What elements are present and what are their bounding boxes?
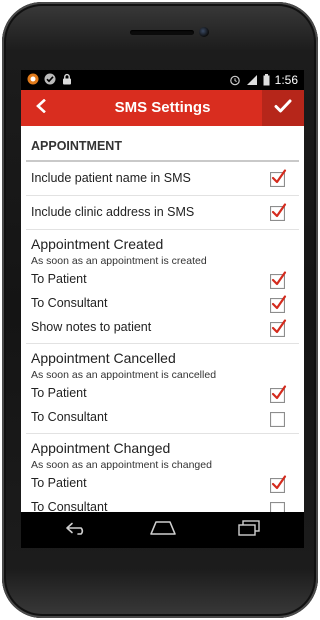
created-to-consultant-label: To Consultant (31, 296, 108, 310)
appointment-changed-group: Appointment Changed As soon as an appoin… (26, 434, 299, 512)
status-time: 1:56 (274, 73, 298, 87)
changed-to-consultant-row[interactable]: To Consultant (26, 496, 299, 512)
changed-to-consultant-checkbox[interactable] (270, 502, 285, 512)
show-notes-row[interactable]: Show notes to patient (26, 316, 299, 340)
action-bar: SMS Settings (21, 90, 304, 126)
created-to-consultant-checkbox[interactable] (270, 295, 287, 313)
created-to-patient-checkbox[interactable] (270, 271, 287, 289)
nav-back-button[interactable] (46, 512, 106, 548)
battery-icon (263, 74, 270, 86)
checkmark-icon (271, 475, 287, 490)
phone-frame: 1:56 SMS Settings APPOINTMENT Include pa… (2, 2, 318, 618)
home-nav-icon (149, 520, 177, 541)
include-clinic-address-row[interactable]: Include clinic address in SMS (26, 196, 299, 230)
appointment-cancelled-title: Appointment Cancelled (31, 350, 176, 366)
signal-icon (246, 74, 258, 86)
notification-circle-icon (27, 73, 39, 85)
cancelled-to-consultant-row[interactable]: To Consultant (26, 406, 299, 430)
changed-to-patient-label: To Patient (31, 476, 87, 490)
lock-icon (61, 73, 73, 85)
front-camera (199, 27, 209, 37)
screen: 1:56 SMS Settings APPOINTMENT Include pa… (21, 70, 304, 548)
checkmark-icon (271, 203, 287, 218)
appointment-created-group: Appointment Created As soon as an appoin… (26, 230, 299, 344)
alarm-icon (229, 74, 241, 86)
created-to-consultant-row[interactable]: To Consultant (26, 292, 299, 316)
created-to-patient-label: To Patient (31, 272, 87, 286)
appointment-created-title: Appointment Created (31, 236, 164, 252)
include-clinic-address-checkbox[interactable] (270, 203, 287, 221)
checkmark-badge-icon (44, 73, 56, 85)
appointment-created-subtitle: As soon as an appointment is created (31, 255, 207, 267)
appointment-changed-subtitle: As soon as an appointment is changed (31, 459, 212, 471)
cancelled-to-patient-row[interactable]: To Patient (26, 382, 299, 406)
cancelled-to-patient-checkbox[interactable] (270, 385, 287, 403)
checkmark-icon (271, 169, 287, 184)
cancelled-to-patient-label: To Patient (31, 386, 87, 400)
earpiece (130, 30, 194, 35)
show-notes-label: Show notes to patient (31, 320, 152, 334)
nav-recent-apps-button[interactable] (219, 512, 279, 548)
status-bar: 1:56 (21, 70, 304, 90)
changed-to-consultant-label: To Consultant (31, 500, 108, 512)
checkmark-icon (271, 319, 287, 334)
checkmark-icon (271, 295, 287, 310)
nav-home-button[interactable] (133, 512, 193, 548)
back-nav-icon (63, 521, 89, 540)
appointment-cancelled-group: Appointment Cancelled As soon as an appo… (26, 344, 299, 434)
include-clinic-address-label: Include clinic address in SMS (31, 205, 195, 219)
section-header-appointment: APPOINTMENT (26, 126, 299, 162)
include-patient-name-label: Include patient name in SMS (31, 171, 191, 185)
checkmark-icon (271, 385, 287, 400)
show-notes-checkbox[interactable] (270, 319, 287, 337)
created-to-patient-row[interactable]: To Patient (26, 268, 299, 292)
cancelled-to-consultant-checkbox[interactable] (270, 412, 285, 427)
appointment-changed-title: Appointment Changed (31, 440, 171, 456)
changed-to-patient-checkbox[interactable] (270, 475, 287, 493)
checkmark-icon (274, 99, 292, 118)
cancelled-to-consultant-label: To Consultant (31, 410, 108, 424)
include-patient-name-checkbox[interactable] (270, 169, 287, 187)
recent-apps-icon (237, 519, 261, 541)
changed-to-patient-row[interactable]: To Patient (26, 472, 299, 496)
appointment-cancelled-subtitle: As soon as an appointment is cancelled (31, 369, 217, 381)
include-patient-name-row[interactable]: Include patient name in SMS (26, 162, 299, 196)
settings-list[interactable]: APPOINTMENT Include patient name in SMS … (21, 126, 304, 512)
checkmark-icon (271, 271, 287, 286)
navigation-bar (21, 512, 304, 548)
save-button[interactable] (262, 90, 304, 126)
